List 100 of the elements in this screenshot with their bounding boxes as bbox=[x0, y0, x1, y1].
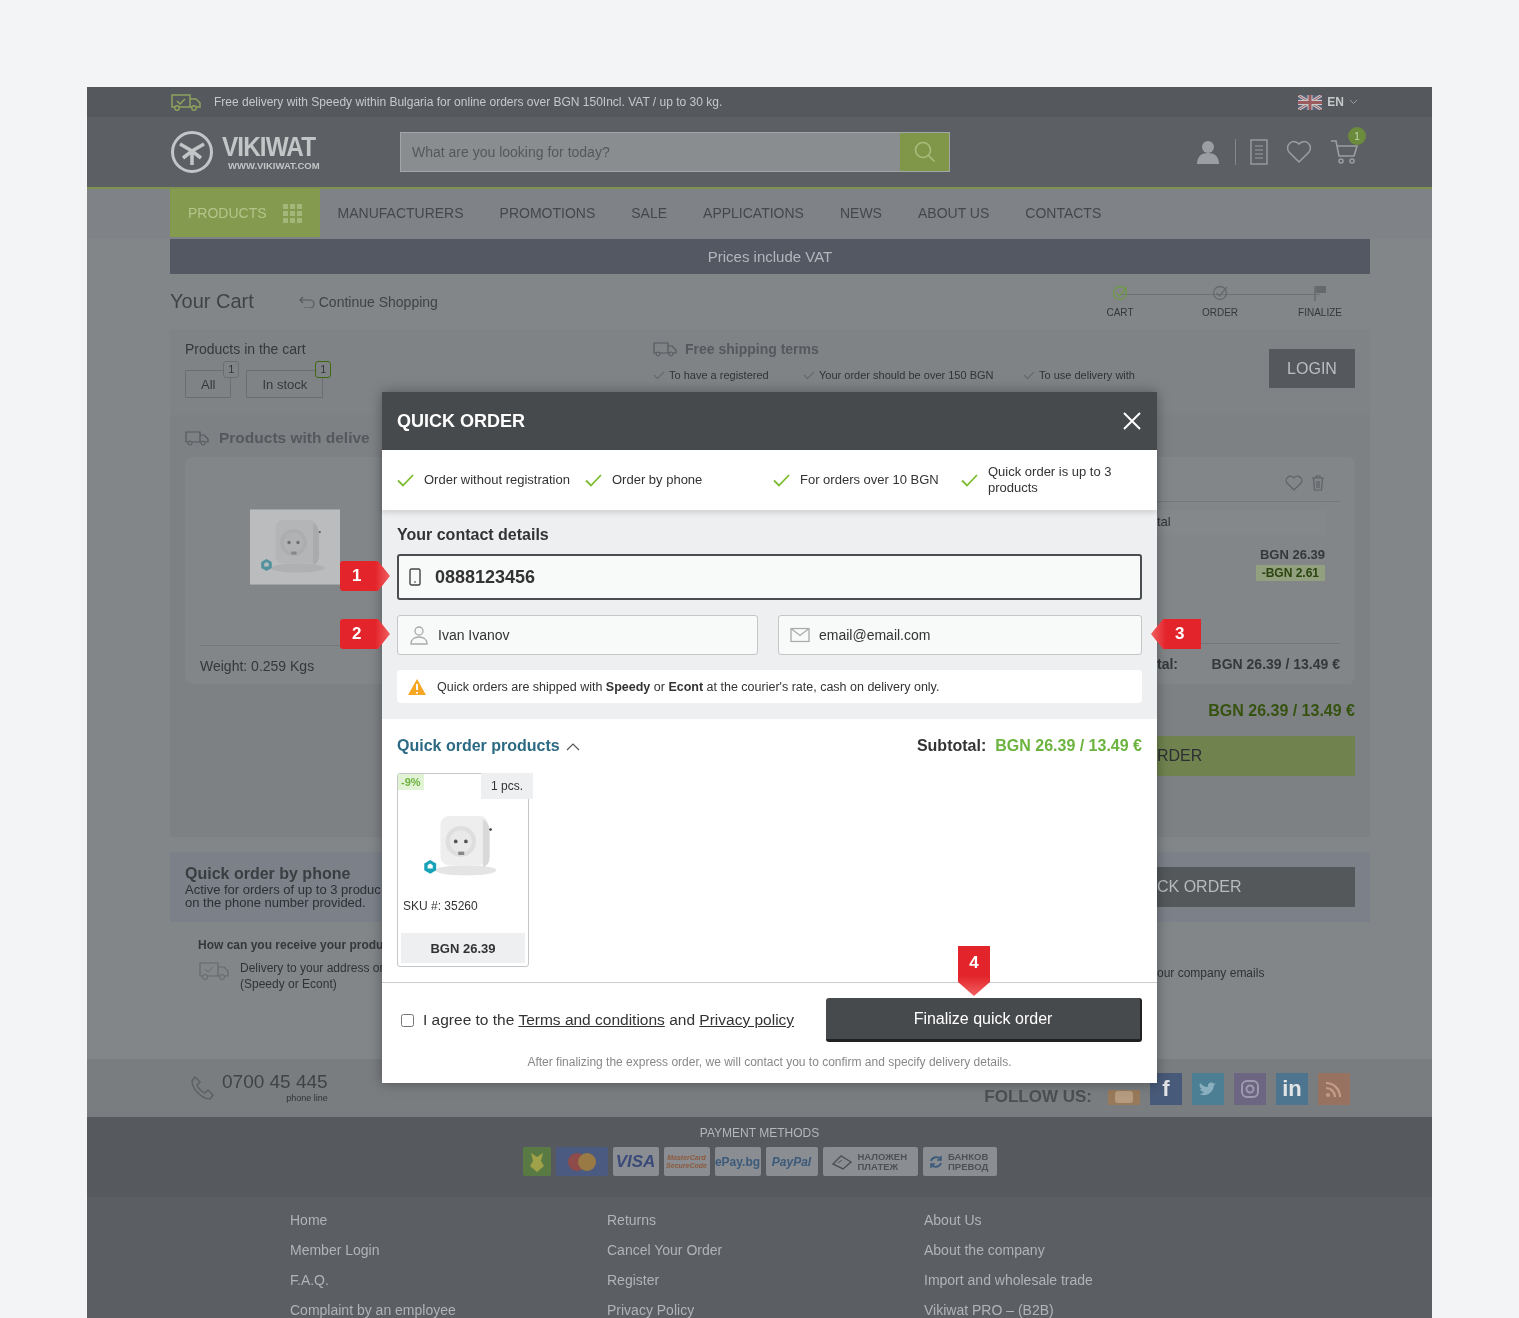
truck-icon bbox=[170, 92, 202, 112]
nav-tab[interactable]: MANUFACTURERS bbox=[319, 189, 482, 237]
page-title: Your Cart bbox=[170, 290, 254, 313]
nav-tab[interactable]: APPLICATIONS bbox=[685, 189, 822, 237]
return-icon bbox=[298, 295, 315, 308]
visa-logo: VISA bbox=[612, 1147, 659, 1176]
products-toggle[interactable]: Quick order products bbox=[397, 737, 580, 755]
agreement-text: I agree to the Terms and conditions and Privacy policy bbox=[423, 1011, 795, 1029]
chevron-down-icon bbox=[1349, 99, 1358, 105]
logo-name: VIKIWAT bbox=[222, 133, 316, 161]
sku-text: SKU #: 35260 bbox=[403, 899, 479, 913]
footer-link[interactable]: Cancel Your Order bbox=[607, 1235, 924, 1265]
language-selector[interactable]: EN bbox=[1298, 94, 1358, 110]
facebook-link[interactable]: f bbox=[1150, 1073, 1182, 1105]
footer-link[interactable]: About the company bbox=[924, 1235, 1241, 1265]
count-badge: 1 bbox=[223, 361, 240, 378]
box-text: Active for orders of up to 3 produc bbox=[185, 883, 381, 896]
order-button[interactable]: RDER bbox=[1157, 736, 1355, 776]
truck-icon bbox=[185, 430, 209, 446]
footer-link[interactable]: Complaint by an employee bbox=[290, 1295, 607, 1318]
finalize-order-button[interactable]: Finalize quick order bbox=[826, 998, 1142, 1042]
continue-shopping-link[interactable]: Continue Shopping bbox=[298, 293, 438, 310]
cart-icon[interactable] bbox=[1330, 139, 1358, 165]
heart-icon[interactable] bbox=[1286, 140, 1312, 164]
payment-method-label: НАЛОЖЕН ПЛАТЕЖ bbox=[857, 1151, 909, 1172]
feature-text: For orders over 10 BGN bbox=[800, 472, 939, 488]
footer-link[interactable]: Import and wholesale trade bbox=[924, 1265, 1241, 1295]
check-icon bbox=[585, 473, 602, 487]
phone-number: 0700 45 445 bbox=[222, 1072, 328, 1093]
box-text: on the phone number provided. bbox=[185, 896, 366, 909]
price-text: BGN 26.39 bbox=[1259, 547, 1325, 562]
total-label: tal: bbox=[1157, 656, 1178, 672]
terms-link[interactable]: Terms and conditions bbox=[518, 1011, 665, 1028]
phone-label: phone line bbox=[286, 1094, 328, 1104]
social-link[interactable] bbox=[1192, 1073, 1224, 1105]
document-icon[interactable] bbox=[1250, 139, 1268, 165]
truck-icon bbox=[198, 960, 230, 982]
shipping-term: To have a registered bbox=[669, 369, 769, 381]
grid-icon bbox=[282, 203, 302, 223]
bird-icon bbox=[1198, 1081, 1218, 1097]
linkedin-link[interactable]: in bbox=[1276, 1073, 1308, 1105]
close-button[interactable] bbox=[1122, 411, 1142, 431]
footer-link[interactable]: About Us bbox=[924, 1205, 1241, 1235]
quick-order-button[interactable]: CK ORDER bbox=[1157, 867, 1355, 907]
nav-tab[interactable]: NEWS bbox=[821, 189, 900, 237]
envelope-icon bbox=[790, 627, 810, 643]
footer-link[interactable]: Privacy Policy bbox=[607, 1295, 924, 1318]
footer-link[interactable]: Register bbox=[607, 1265, 924, 1295]
check-icon bbox=[397, 473, 414, 487]
section-title: PAYMENT METHODS bbox=[699, 1126, 820, 1140]
footer-link[interactable]: Home bbox=[290, 1205, 607, 1235]
step-label: FINALIZE bbox=[1298, 307, 1342, 318]
section-title: Your contact details bbox=[397, 526, 550, 544]
social-link[interactable] bbox=[1108, 1090, 1140, 1105]
nav-tab[interactable]: CONTACTS bbox=[1007, 189, 1120, 237]
number-callout: 1 bbox=[340, 561, 390, 591]
phone-field[interactable]: 0888123456 bbox=[397, 554, 1142, 600]
heart-icon[interactable] bbox=[1285, 475, 1303, 491]
nav-tab[interactable]: SALE bbox=[613, 189, 686, 237]
social-link[interactable] bbox=[1318, 1073, 1350, 1105]
nav-tab[interactable]: ABOUT US bbox=[899, 189, 1008, 237]
column-header: tal bbox=[1157, 514, 1171, 529]
feature-text: Order without registration bbox=[424, 472, 570, 488]
rss-icon bbox=[1325, 1080, 1343, 1098]
warning-icon bbox=[407, 677, 427, 696]
delivery-text: (Speedy or Econt) bbox=[240, 976, 338, 992]
footer-link[interactable]: Vikiwat PRO – (B2B) bbox=[924, 1295, 1241, 1318]
delivery-text: our company emails bbox=[1157, 966, 1266, 982]
agree-checkbox[interactable] bbox=[401, 1013, 414, 1027]
total-value: BGN 26.39 / 13.49 € bbox=[1208, 702, 1355, 720]
quantity-badge: 1 pcs. bbox=[481, 773, 533, 799]
delivery-text: Delivery to your address or bbox=[240, 960, 384, 976]
social-link[interactable] bbox=[1234, 1073, 1266, 1105]
trash-icon[interactable] bbox=[1311, 475, 1325, 491]
count-badge: 1 bbox=[315, 361, 332, 378]
number-callout: 2 bbox=[340, 619, 390, 649]
footer-link[interactable]: Member Login bbox=[290, 1235, 607, 1265]
step-label: CART bbox=[1106, 307, 1134, 318]
feature-text: Quick order is up to 3 products bbox=[988, 464, 1113, 496]
user-icon[interactable] bbox=[1195, 139, 1221, 165]
subtotal-label: Subtotal: bbox=[916, 737, 987, 755]
instagram-icon bbox=[1240, 1079, 1260, 1099]
name-field[interactable]: Ivan Ivanov bbox=[397, 615, 758, 655]
step-label: ORDER bbox=[1201, 307, 1239, 318]
login-button[interactable]: LOGIN bbox=[1269, 349, 1355, 388]
footnote-text: After finalizing the express order, we will contact you to confirm and specify delivery details. bbox=[526, 1054, 1013, 1071]
check-icon bbox=[773, 473, 790, 487]
privacy-link[interactable]: Privacy policy bbox=[699, 1011, 795, 1028]
box-title: Quick order by phone bbox=[185, 865, 352, 883]
footer-link[interactable]: Returns bbox=[607, 1205, 924, 1235]
nav-tab[interactable]: PRODUCTS bbox=[170, 189, 320, 237]
section-title: Products in the cart bbox=[185, 341, 307, 357]
email-field[interactable]: email@email.com bbox=[778, 615, 1142, 655]
paypal-logo: PayPal bbox=[765, 1147, 818, 1176]
phone-icon bbox=[190, 1075, 216, 1101]
footer-link[interactable]: F.A.Q. bbox=[290, 1265, 607, 1295]
check-icon bbox=[961, 473, 978, 487]
nav-tab[interactable]: PROMOTIONS bbox=[481, 189, 614, 237]
product-price: BGN 26.39 bbox=[401, 933, 525, 963]
cart-count-badge: 1 bbox=[1348, 127, 1366, 145]
